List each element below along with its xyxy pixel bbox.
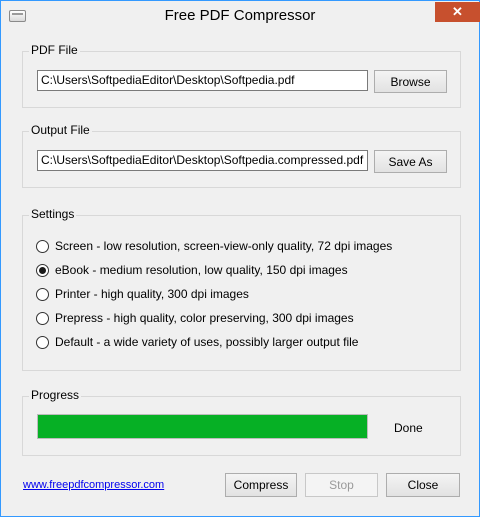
settings-label: Settings <box>29 207 77 221</box>
pdf-file-input[interactable]: C:\Users\SoftpediaEditor\Desktop\Softped… <box>37 70 368 91</box>
radio-button[interactable] <box>36 335 49 349</box>
title-bar[interactable]: Free PDF Compressor ✕ <box>1 1 480 32</box>
radio-label: eBook - medium resolution, low quality, … <box>55 263 348 277</box>
app-window: Free PDF Compressor ✕ PDF File C:\Users\… <box>0 0 480 517</box>
radio-button[interactable] <box>36 239 49 253</box>
radio-printer[interactable]: Printer - high quality, 300 dpi images <box>36 286 249 302</box>
save-as-button[interactable]: Save As <box>374 150 447 173</box>
browse-button[interactable]: Browse <box>374 70 447 93</box>
radio-label: Printer - high quality, 300 dpi images <box>55 287 249 301</box>
website-link[interactable]: www.freepdfcompressor.com <box>23 479 164 491</box>
window-close-button[interactable]: ✕ <box>435 2 480 22</box>
radio-button-selected[interactable] <box>36 263 49 277</box>
radio-button[interactable] <box>36 287 49 301</box>
radio-button[interactable] <box>36 311 49 325</box>
stop-button[interactable]: Stop <box>305 473 378 497</box>
output-file-input[interactable]: C:\Users\SoftpediaEditor\Desktop\Softped… <box>37 150 368 171</box>
settings-group: Settings Screen - low resolution, screen… <box>22 207 461 371</box>
radio-label: Screen - low resolution, screen-view-onl… <box>55 239 393 253</box>
pdf-file-group: PDF File C:\Users\SoftpediaEditor\Deskto… <box>22 43 461 108</box>
compress-button[interactable]: Compress <box>225 473 297 497</box>
output-file-label: Output File <box>29 123 92 137</box>
radio-label: Prepress - high quality, color preservin… <box>55 311 354 325</box>
radio-prepress[interactable]: Prepress - high quality, color preservin… <box>36 310 354 326</box>
radio-screen[interactable]: Screen - low resolution, screen-view-onl… <box>36 238 392 254</box>
radio-label: Default - a wide variety of uses, possib… <box>55 335 359 349</box>
close-button[interactable]: Close <box>386 473 460 497</box>
progress-bar-fill <box>38 415 367 438</box>
progress-group: Progress Done <box>22 388 461 456</box>
progress-bar <box>37 414 368 439</box>
radio-ebook[interactable]: eBook - medium resolution, low quality, … <box>36 262 348 278</box>
progress-status: Done <box>394 421 423 435</box>
radio-default[interactable]: Default - a wide variety of uses, possib… <box>36 334 358 350</box>
close-icon: ✕ <box>452 4 463 19</box>
window-title: Free PDF Compressor <box>164 7 316 24</box>
pdf-file-label: PDF File <box>29 43 80 57</box>
output-file-group: Output File C:\Users\SoftpediaEditor\Des… <box>22 123 461 188</box>
progress-label: Progress <box>29 388 82 402</box>
